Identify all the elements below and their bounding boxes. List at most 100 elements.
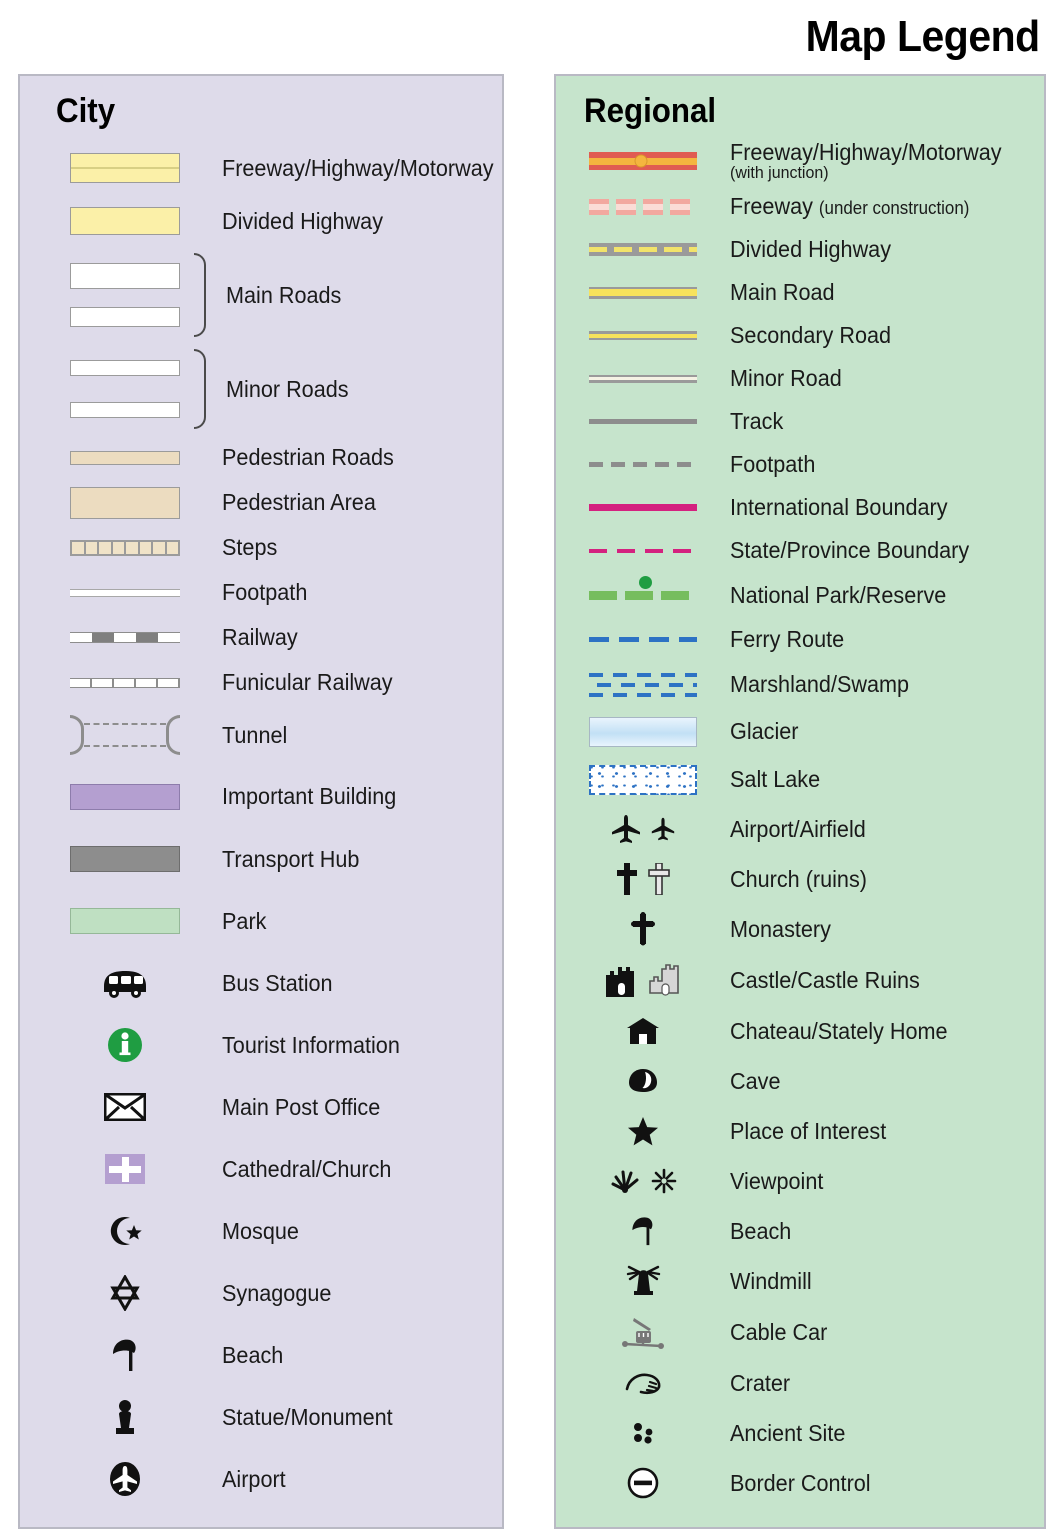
monastery-cross-icon <box>578 912 708 946</box>
legend-row-cave: Cave <box>556 1056 1044 1106</box>
legend-row-beach: Beach <box>556 1206 1044 1256</box>
cable-car-icon <box>578 1313 708 1351</box>
legend-row-post-office: Main Post Office <box>20 1076 502 1138</box>
legend-label: Freeway (under construction) <box>730 193 970 220</box>
legend-row-railway: Railway <box>20 615 502 660</box>
international-boundary-line <box>578 504 708 511</box>
legend-row-minor-roads: Minor Roads <box>20 343 502 435</box>
pedestrian-road-swatch <box>50 450 200 465</box>
legend-row-important-building: Important Building <box>20 765 502 828</box>
railway-line <box>50 632 200 643</box>
minor-roads-swatch-pair <box>50 360 200 418</box>
legend-row-glacier: Glacier <box>556 708 1044 755</box>
tunnel-bracket <box>50 715 200 755</box>
cave-icon <box>578 1066 708 1096</box>
legend-label: Viewpoint <box>730 1167 824 1194</box>
legend-row-main-roads: Main Roads <box>20 247 502 343</box>
legend-label: Main Road <box>730 279 835 306</box>
envelope-icon <box>50 1093 200 1121</box>
legend-label: Salt Lake <box>730 766 821 793</box>
legend-label: Minor Roads <box>226 375 349 402</box>
legend-label: Footpath <box>222 579 308 606</box>
cross-pair-icon <box>578 863 708 895</box>
legend-row-cathedral-church: Cathedral/Church <box>20 1138 502 1200</box>
legend-label: State/Province Boundary <box>730 537 970 564</box>
freeway-junction-line <box>578 152 708 170</box>
legend-row-crater: Crater <box>556 1358 1044 1408</box>
legend-row-airport: Airport <box>20 1448 502 1510</box>
legend-row-marshland: Marshland/Swamp <box>556 661 1044 708</box>
salt-lake-swatch <box>578 764 708 795</box>
legend-inline-note: (under construction) <box>818 198 970 219</box>
legend-label: Crater <box>730 1369 791 1396</box>
legend-label: Beach <box>222 1341 284 1368</box>
legend-row-divided-highway: Divided Highway <box>556 228 1044 271</box>
legend-label: Tourist Information <box>222 1031 400 1058</box>
legend-label: Transport Hub <box>222 845 360 872</box>
legend-row-cable-car: Cable Car <box>556 1306 1044 1358</box>
legend-label: Mosque <box>222 1217 299 1244</box>
legend-label: Main Post Office <box>222 1093 381 1120</box>
legend-row-synagogue: Synagogue <box>20 1262 502 1324</box>
legend-row-track: Track <box>556 400 1044 443</box>
legend-row-tunnel: Tunnel <box>20 705 502 765</box>
crescent-star-icon <box>50 1214 200 1248</box>
legend-row-freeway-junction: Freeway/Highway/Motorway (with junction) <box>556 137 1044 185</box>
footpath-dashed-line <box>578 462 708 467</box>
legend-label: Track <box>730 408 784 435</box>
important-building-swatch <box>50 783 200 810</box>
legend-label: Border Control <box>730 1469 871 1496</box>
beach-umbrella-icon <box>50 1337 200 1373</box>
legend-label: Bus Station <box>222 969 333 996</box>
legend-label: Statue/Monument <box>222 1403 393 1430</box>
legend-row-footpath: Footpath <box>20 570 502 615</box>
legend-row-footpath: Footpath <box>556 443 1044 486</box>
legend-label: Ferry Route <box>730 626 845 653</box>
legend-label: Tunnel <box>222 721 288 748</box>
legend-label: Marshland/Swamp <box>730 671 910 698</box>
ancient-site-icon <box>578 1420 708 1446</box>
legend-label: Cave <box>730 1067 781 1094</box>
legend-row-tourist-information: Tourist Information <box>20 1014 502 1076</box>
legend-row-freeway: Freeway/Highway/Motorway <box>20 141 502 195</box>
legend-row-park: Park <box>20 890 502 952</box>
national-park-line <box>578 575 708 600</box>
regional-panel-heading: Regional <box>584 92 717 130</box>
viewpoint-pair-icon <box>578 1168 708 1194</box>
legend-row-mosque: Mosque <box>20 1200 502 1262</box>
city-legend-panel: City Freeway/Highway/Motorway Divided Hi… <box>18 74 504 1529</box>
main-road-line <box>578 286 708 299</box>
legend-row-beach: Beach <box>20 1324 502 1386</box>
legend-row-state-boundary: State/Province Boundary <box>556 529 1044 572</box>
legend-label: Church (ruins) <box>730 865 867 892</box>
cross-on-purple-icon <box>50 1154 200 1184</box>
legend-sublabel: (with junction) <box>730 163 829 183</box>
windmill-icon <box>578 1264 708 1298</box>
minor-road-line <box>578 374 708 383</box>
legend-label: Secondary Road <box>730 322 892 349</box>
legend-label: National Park/Reserve <box>730 581 947 608</box>
main-roads-swatch-pair <box>50 263 200 327</box>
legend-row-international-boundary: International Boundary <box>556 486 1044 529</box>
steps-swatch <box>50 539 200 556</box>
legend-label: Main Roads <box>226 281 342 308</box>
legend-label: Railway <box>222 624 298 651</box>
border-control-icon <box>578 1467 708 1499</box>
legend-row-viewpoint: Viewpoint <box>556 1156 1044 1206</box>
city-legend-list: Freeway/Highway/Motorway Divided Highway… <box>20 141 502 1510</box>
chateau-icon <box>578 1017 708 1045</box>
legend-row-place-of-interest: Place of Interest <box>556 1106 1044 1156</box>
information-icon <box>50 1026 200 1064</box>
transport-hub-swatch <box>50 846 200 872</box>
star-icon <box>578 1116 708 1146</box>
legend-label: Windmill <box>730 1267 812 1294</box>
glacier-swatch <box>578 716 708 747</box>
legend-row-border-control: Border Control <box>556 1458 1044 1508</box>
legend-label: Minor Road <box>730 365 842 392</box>
divided-highway-line <box>578 243 708 256</box>
city-panel-heading: City <box>56 92 116 130</box>
legend-label: Monastery <box>730 915 831 942</box>
legend-label: Steps <box>222 534 278 561</box>
legend-row-church-ruins: Church (ruins) <box>556 854 1044 904</box>
legend-label: Park <box>222 907 267 934</box>
